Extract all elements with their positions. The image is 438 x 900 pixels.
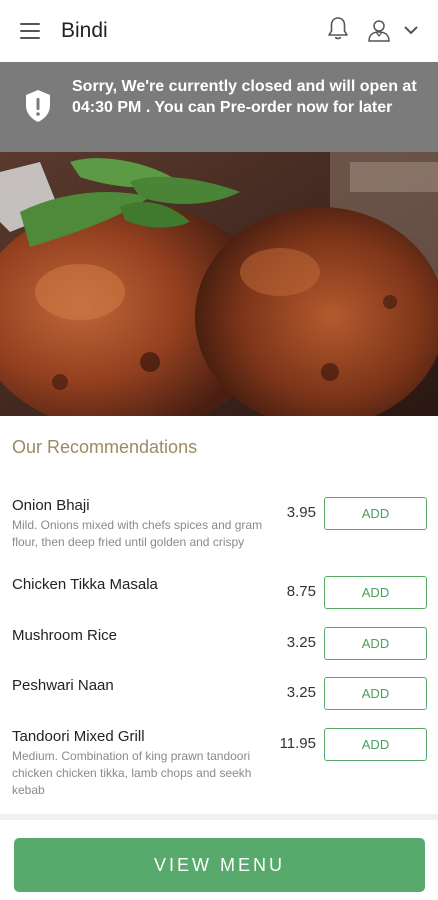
recommendations-list: Onion Bhaji Mild. Onions mixed with chef… — [0, 494, 438, 804]
menu-item: Onion Bhaji Mild. Onions mixed with chef… — [0, 494, 438, 573]
add-button[interactable]: ADD — [324, 497, 427, 530]
menu-item-description: Mild. Onions mixed with chefs spices and… — [12, 518, 263, 549]
closed-notice-banner: Sorry, We're currently closed and will o… — [0, 62, 438, 152]
menu-item: Tandoori Mixed Grill Medium. Combination… — [0, 725, 438, 804]
shield-alert-icon — [26, 90, 50, 122]
recommendations-title: Our Recommendations — [12, 437, 198, 457]
add-button[interactable]: ADD — [324, 627, 427, 660]
app-title: Bindi — [61, 19, 108, 42]
user-icon[interactable] — [364, 19, 394, 43]
menu-item: Mushroom Rice 3.25 ADD — [0, 624, 438, 674]
menu-item-price: 3.25 — [286, 634, 316, 651]
view-menu-button[interactable]: VIEW MENU — [14, 838, 425, 892]
menu-item-price: 11.95 — [279, 735, 316, 752]
menu-item-description: Medium. Combination of king prawn tandoo… — [12, 749, 252, 797]
chevron-down-icon[interactable] — [403, 24, 419, 36]
menu-item: Peshwari Naan 3.25 ADD — [0, 674, 438, 725]
menu-item-name: Chicken Tikka Masala — [12, 576, 158, 593]
app-header: Bindi — [0, 0, 438, 62]
menu-item-name: Onion Bhaji — [12, 497, 90, 514]
menu-item-name: Peshwari Naan — [12, 677, 114, 694]
bell-icon[interactable] — [326, 16, 350, 42]
add-button[interactable]: ADD — [324, 728, 427, 761]
hero-image — [0, 152, 438, 416]
hamburger-menu-icon[interactable] — [20, 23, 40, 39]
menu-item-price: 3.25 — [286, 684, 316, 701]
menu-item: Chicken Tikka Masala 8.75 ADD — [0, 573, 438, 624]
menu-item-name: Mushroom Rice — [12, 627, 118, 644]
menu-item-price: 8.75 — [286, 583, 316, 600]
add-button[interactable]: ADD — [324, 576, 427, 609]
add-button[interactable]: ADD — [324, 677, 427, 710]
menu-item-price: 3.95 — [286, 504, 316, 521]
menu-item-name: Tandoori Mixed Grill — [12, 728, 145, 745]
tandoori-chicken-photo — [0, 152, 438, 416]
divider — [0, 814, 438, 820]
notice-text: Sorry, We're currently closed and will o… — [72, 78, 417, 116]
